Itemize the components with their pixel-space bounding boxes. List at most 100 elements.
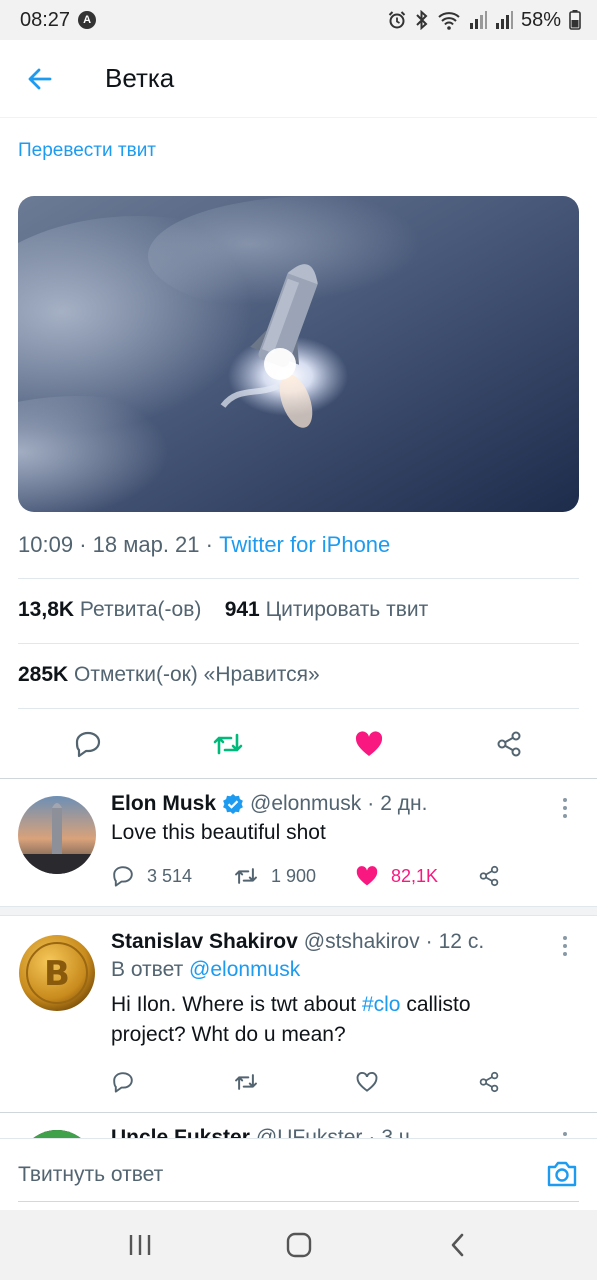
retweet-icon xyxy=(235,1074,257,1090)
app-notification-icon: A xyxy=(78,11,97,29)
reply-icon xyxy=(76,731,101,758)
quotes-label[interactable]: Цитировать твит xyxy=(266,598,429,621)
arrow-left-icon xyxy=(28,68,52,89)
status-icons: 58% xyxy=(387,9,581,32)
avatar[interactable]: B xyxy=(18,934,96,1012)
reply-actions: 3 514 1 900 82,1K xyxy=(111,864,511,888)
recent-apps-icon xyxy=(129,1235,150,1255)
back-button[interactable] xyxy=(0,40,80,118)
retweets-count[interactable]: 13,8K xyxy=(18,598,74,621)
bluetooth-icon xyxy=(415,10,429,30)
reply-like-button[interactable]: 82,1K xyxy=(355,865,477,887)
tweet-actions xyxy=(18,722,579,766)
author-name[interactable]: Uncle Fukster xyxy=(111,1126,250,1138)
reply-header: Uncle Fukster @UFukster · 3 ч. xyxy=(111,1126,551,1138)
avatar[interactable] xyxy=(18,796,96,874)
reply-share-button[interactable] xyxy=(477,1070,501,1094)
divider xyxy=(18,643,579,644)
home-icon xyxy=(286,1232,311,1258)
reply-item[interactable]: B Stanislav Shakirov @stshakirov · 12 с.… xyxy=(0,916,597,1112)
quotes-count[interactable]: 941 xyxy=(225,598,260,621)
camera-button[interactable] xyxy=(545,1157,579,1191)
likes-label[interactable]: Отметки(-ок) «Нравится» xyxy=(74,663,320,686)
like-count: 82,1K xyxy=(391,865,439,886)
share-icon xyxy=(479,1071,499,1093)
divider xyxy=(18,708,579,709)
tweet-source-link[interactable]: Twitter for iPhone xyxy=(219,532,390,557)
battery-icon xyxy=(569,10,581,30)
reply-share-button[interactable] xyxy=(477,864,501,888)
system-nav-bar xyxy=(0,1210,597,1280)
input-underline xyxy=(18,1201,579,1202)
translate-tweet-link[interactable]: Перевести твит xyxy=(18,140,156,162)
author-handle[interactable]: @UFukster xyxy=(256,1126,363,1138)
reply-icon xyxy=(113,866,133,887)
reply-item[interactable]: Elon Musk @elonmusk · 2 дн. Love this be… xyxy=(0,778,597,906)
svg-text:B: B xyxy=(44,954,70,994)
avatar[interactable] xyxy=(18,1130,96,1138)
reply-age: 3 ч. xyxy=(381,1126,416,1138)
reply-text: Love this beautiful shot xyxy=(111,821,326,844)
reply-reply-button[interactable]: 3 514 xyxy=(111,864,233,888)
reply-text-part: callisto xyxy=(406,993,471,1016)
more-options-button[interactable] xyxy=(555,796,575,820)
heart-filled-icon xyxy=(355,731,382,756)
author-name[interactable]: Stanislav Shakirov xyxy=(111,930,298,954)
share-button[interactable] xyxy=(489,724,529,764)
tweet-time: 10:09 xyxy=(18,532,74,557)
reply-age: 2 дн. xyxy=(380,792,428,815)
reply-header: Stanislav Shakirov @stshakirov · 12 с. xyxy=(111,930,551,954)
hashtag-link[interactable]: #clo xyxy=(362,993,401,1016)
back-nav-button[interactable] xyxy=(428,1215,488,1275)
retweet-button[interactable] xyxy=(208,724,248,764)
reply-age: 12 с. xyxy=(438,930,485,953)
retweet-count: 1 900 xyxy=(271,865,317,886)
reply-button[interactable] xyxy=(68,724,108,764)
compose-reply-bar: Твитнуть ответ xyxy=(0,1138,597,1210)
reply-body: Uncle Fukster @UFukster · 3 ч. xyxy=(111,1126,551,1138)
reply-text-part: project? Wht do u mean? xyxy=(111,1023,346,1046)
reply-reply-button[interactable] xyxy=(111,1070,233,1094)
signal-icon-1 xyxy=(469,10,487,30)
section-divider xyxy=(0,906,597,916)
chevron-left-icon xyxy=(451,1233,463,1257)
author-handle[interactable]: @elonmusk xyxy=(250,792,361,816)
meta-separator: · xyxy=(368,1126,376,1138)
likes-stats: 285K Отметки(-ок) «Нравится» xyxy=(18,663,320,687)
reply-retweet-button[interactable] xyxy=(233,1070,355,1094)
reply-text: Hi Ilon. Where is twt about #clo callist… xyxy=(111,990,551,1050)
reply-to-label: В ответ xyxy=(111,958,184,981)
recent-apps-button[interactable] xyxy=(110,1215,170,1275)
status-bar: 08:27 A 58% xyxy=(0,0,597,40)
reply-actions xyxy=(111,1070,511,1094)
tweet-date: 18 мар. 21 xyxy=(92,532,200,557)
tweet-photo[interactable] xyxy=(18,196,579,512)
alarm-icon xyxy=(387,10,407,30)
reply-retweet-button[interactable]: 1 900 xyxy=(233,864,355,888)
more-options-button[interactable] xyxy=(555,1130,575,1138)
retweets-label[interactable]: Ретвита(-ов) xyxy=(80,598,201,621)
compose-reply-input[interactable]: Твитнуть ответ xyxy=(18,1163,163,1187)
signal-icon-2 xyxy=(495,10,513,30)
more-options-button[interactable] xyxy=(555,934,575,958)
retweet-icon xyxy=(235,868,257,884)
share-icon xyxy=(479,865,499,887)
meta-separator: · xyxy=(205,532,220,557)
reply-item[interactable]: Uncle Fukster @UFukster · 3 ч. xyxy=(0,1112,597,1138)
likes-count[interactable]: 285K xyxy=(18,663,68,686)
reply-like-button[interactable] xyxy=(355,1071,477,1093)
author-name[interactable]: Elon Musk xyxy=(111,792,216,816)
home-button[interactable] xyxy=(269,1215,329,1275)
author-handle[interactable]: @stshakirov xyxy=(304,930,420,954)
reply-body: Stanislav Shakirov @stshakirov · 12 с. В… xyxy=(111,930,551,1050)
thread-header: Ветка xyxy=(0,40,597,118)
divider xyxy=(18,578,579,579)
heart-outline-icon xyxy=(356,1071,378,1092)
like-button[interactable] xyxy=(349,724,389,764)
verified-badge-icon xyxy=(223,794,243,814)
retweet-quote-stats: 13,8K Ретвита(-ов) 941 Цитировать твит xyxy=(18,598,428,622)
heart-filled-icon xyxy=(356,866,378,886)
share-icon xyxy=(497,731,521,757)
battery-percent: 58% xyxy=(520,8,561,31)
reply-to-handle-link[interactable]: @elonmusk xyxy=(189,958,300,981)
